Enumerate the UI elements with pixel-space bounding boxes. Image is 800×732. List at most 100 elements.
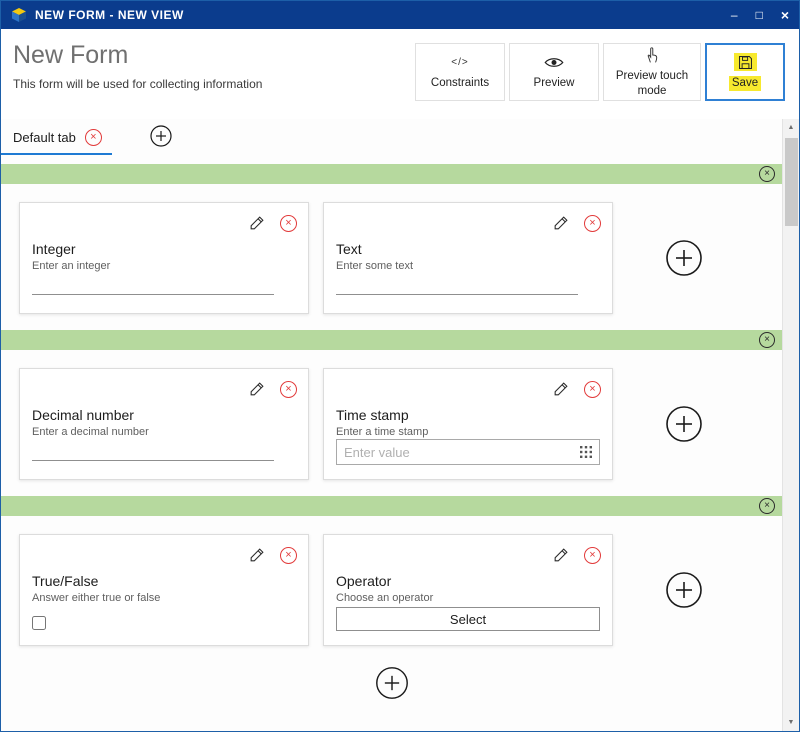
minimize-button[interactable]: – (731, 9, 738, 21)
field-label: Decimal number (32, 407, 296, 423)
delete-field-icon[interactable]: × (584, 547, 601, 564)
card-actions: × (248, 214, 297, 232)
timestamp-input-box (336, 439, 600, 465)
row-header: × (1, 496, 782, 516)
tab-label: Default tab (13, 130, 76, 145)
add-row-area (1, 666, 782, 700)
page-subtitle: This form will be used for collecting in… (13, 77, 262, 91)
delete-row-icon[interactable]: × (759, 166, 775, 182)
field-description: Enter a decimal number (32, 426, 296, 438)
datetime-picker-icon[interactable] (580, 446, 592, 458)
integer-input[interactable] (32, 283, 274, 295)
save-floppy-icon (734, 53, 757, 71)
delete-field-icon[interactable]: × (280, 215, 297, 232)
edit-field-icon[interactable] (248, 380, 266, 398)
card-actions: × (552, 380, 601, 398)
edit-field-icon[interactable] (248, 214, 266, 232)
field-card-integer: × Integer Enter an integer (19, 202, 309, 314)
operator-select-button[interactable]: Select (336, 607, 600, 631)
add-row-button[interactable] (375, 666, 409, 700)
plus-icon (665, 571, 703, 609)
vertical-scrollbar: ▲ ▼ (782, 119, 799, 731)
preview-touch-mode-button[interactable]: Preview touch mode (603, 43, 701, 101)
touch-hand-icon (645, 46, 659, 64)
preview-label: Preview (534, 76, 575, 90)
close-tab-icon[interactable]: × (85, 129, 102, 146)
card-actions: × (248, 380, 297, 398)
constraints-button[interactable]: </> Constraints (415, 43, 505, 101)
scrollbar-thumb[interactable] (785, 138, 798, 226)
app-logo-icon (11, 7, 27, 23)
edit-field-icon[interactable] (248, 546, 266, 564)
cards-row: × Integer Enter an integer (1, 202, 782, 314)
plus-icon (375, 666, 409, 700)
add-field-button[interactable] (665, 239, 703, 277)
decimal-input[interactable] (32, 449, 274, 461)
edit-field-icon[interactable] (552, 214, 570, 232)
tab-bar: Default tab × (1, 119, 782, 155)
timestamp-input[interactable] (344, 445, 580, 460)
field-description: Enter some text (336, 260, 600, 272)
save-label: Save (729, 76, 761, 90)
preview-button[interactable]: Preview (509, 43, 599, 101)
field-card-timestamp: × Time stamp Enter a time stamp (323, 368, 613, 480)
add-field-button[interactable] (665, 571, 703, 609)
window-title: NEW FORM - NEW VIEW (35, 8, 723, 22)
field-card-decimal: × Decimal number Enter a decimal number (19, 368, 309, 480)
constraints-label: Constraints (431, 76, 489, 90)
delete-field-icon[interactable]: × (280, 381, 297, 398)
maximize-button[interactable]: □ (756, 9, 763, 21)
plus-icon (665, 405, 703, 443)
card-actions: × (552, 214, 601, 232)
code-icon: </> (451, 53, 468, 71)
delete-field-icon[interactable]: × (584, 215, 601, 232)
eye-icon (544, 53, 564, 71)
form-body: Default tab × × (1, 119, 799, 731)
cards-row: × Decimal number Enter a decimal number (1, 368, 782, 480)
plus-icon (665, 239, 703, 277)
page-title: New Form (13, 41, 262, 70)
field-label: Integer (32, 241, 296, 257)
truefalse-checkbox[interactable] (32, 616, 46, 630)
card-actions: × (552, 546, 601, 564)
field-description: Answer either true or false (32, 592, 296, 604)
form-header: New Form This form will be used for coll… (1, 29, 799, 119)
field-description: Enter a time stamp (336, 426, 600, 438)
row-header: × (1, 164, 782, 184)
field-description: Choose an operator (336, 592, 600, 604)
form-header-text: New Form This form will be used for coll… (13, 41, 262, 91)
plus-icon (150, 125, 172, 147)
field-description: Enter an integer (32, 260, 296, 272)
save-button[interactable]: Save (705, 43, 785, 101)
form-canvas: Default tab × × (1, 119, 782, 731)
form-row-section-3: × × (1, 496, 782, 646)
field-card-text: × Text Enter some text (323, 202, 613, 314)
scroll-down-icon[interactable]: ▼ (783, 714, 799, 731)
rows-container: × × (1, 155, 782, 700)
edit-field-icon[interactable] (552, 380, 570, 398)
delete-field-icon[interactable]: × (584, 381, 601, 398)
preview-touch-mode-label: Preview touch mode (606, 69, 698, 98)
scroll-up-icon[interactable]: ▲ (783, 119, 799, 136)
close-button[interactable]: × (781, 8, 789, 22)
toolbar: </> Constraints Preview Previ (415, 43, 785, 101)
window-controls: – □ × (731, 8, 789, 22)
field-label: Time stamp (336, 407, 600, 423)
form-row-section-1: × × (1, 164, 782, 314)
delete-field-icon[interactable]: × (280, 547, 297, 564)
edit-field-icon[interactable] (552, 546, 570, 564)
form-row-section-2: × × (1, 330, 782, 480)
add-tab-button[interactable] (150, 125, 172, 147)
field-label: Operator (336, 573, 600, 589)
field-label: True/False (32, 573, 296, 589)
add-field-button[interactable] (665, 405, 703, 443)
delete-row-icon[interactable]: × (759, 498, 775, 514)
delete-row-icon[interactable]: × (759, 332, 775, 348)
titlebar: NEW FORM - NEW VIEW – □ × (1, 1, 799, 29)
field-card-operator: × Operator Choose an operator Select (323, 534, 613, 646)
tab-default[interactable]: Default tab × (1, 123, 112, 155)
text-input[interactable] (336, 283, 578, 295)
card-actions: × (248, 546, 297, 564)
app-window: NEW FORM - NEW VIEW – □ × New Form This … (0, 0, 800, 732)
cards-row: × True/False Answer either true or false (1, 534, 782, 646)
